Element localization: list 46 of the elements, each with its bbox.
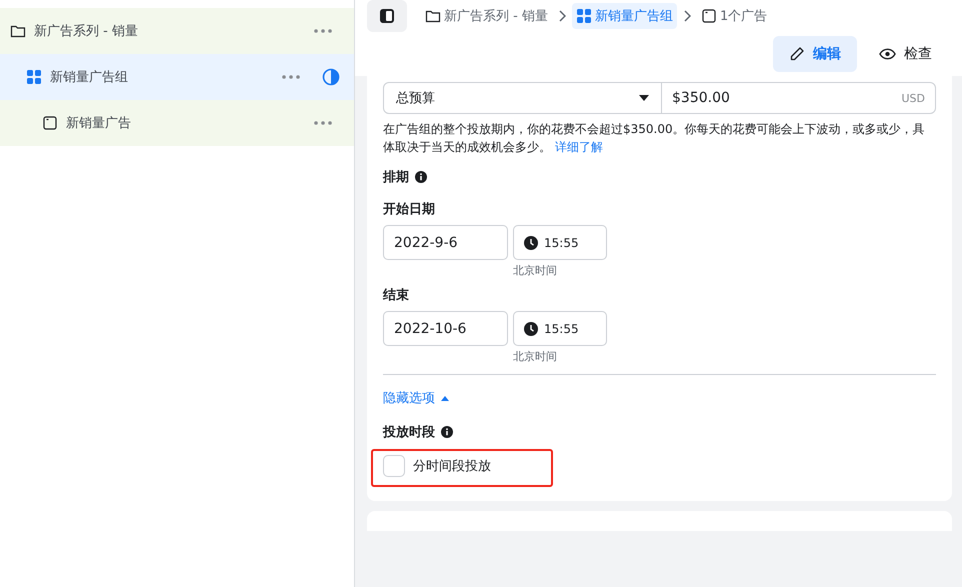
time-field[interactable]: 15:55: [513, 311, 607, 346]
date-field[interactable]: 2022-9-6: [383, 225, 508, 260]
hide-options-link[interactable]: 隐藏选项: [383, 389, 449, 407]
clock-icon: [524, 322, 538, 336]
window-icon: [42, 115, 58, 131]
budget-note: 在广告组的整个投放期内，你的花费不会超过$350.00。你每天的花费可能会上下波动，或多或少，具体取决于当天的成效机会多少。 详细了解: [383, 121, 926, 156]
checkbox-label: 分时间段投放: [413, 458, 491, 475]
eye-icon: [879, 48, 896, 60]
chevron-icon: [558, 10, 566, 22]
time-field[interactable]: 15:55: [513, 225, 607, 260]
tree-item-label: 新销量广告: [66, 115, 132, 132]
chevron-icon: [682, 10, 691, 22]
timezone-label: 北京时间: [513, 349, 558, 364]
mode-tab[interactable]: 检查: [863, 36, 948, 72]
tree-item-label: 新销量广告组: [50, 69, 129, 86]
more-icon[interactable]: [282, 75, 300, 79]
tree-item[interactable]: 新广告系列 - 销量: [0, 8, 354, 54]
window-icon: [700, 8, 717, 24]
breadcrumb-link[interactable]: 新销量广告组: [572, 3, 677, 29]
pencil-icon: [789, 46, 805, 62]
date-field[interactable]: 2022-10-6: [383, 311, 508, 346]
more-icon[interactable]: [314, 29, 332, 33]
section-title: 排期: [383, 169, 409, 186]
field-label: 开始日期: [383, 201, 436, 218]
clock-icon: [524, 236, 538, 250]
folder-icon: [10, 23, 26, 39]
tree-item-label: 新广告系列 - 销量: [34, 23, 139, 40]
info-icon: [415, 171, 427, 183]
tree-item[interactable]: 新销量广告: [0, 100, 354, 146]
tree-item[interactable]: 新销量广告组: [0, 54, 354, 100]
caret-icon: [441, 396, 449, 400]
sidebar-icon: [379, 8, 395, 24]
learn-more-link[interactable]: 详细了解: [554, 140, 603, 154]
sidebar-toggle-button[interactable]: [367, 0, 407, 32]
breadcrumb-link[interactable]: 新广告系列 - 销量: [421, 3, 552, 29]
section-title: 投放时段: [383, 424, 435, 441]
grid-icon: [576, 8, 592, 24]
more-icon[interactable]: [314, 121, 332, 125]
folder-icon: [425, 8, 441, 24]
breadcrumb-link[interactable]: 1个广告: [696, 3, 772, 29]
info-icon: [441, 426, 453, 438]
checkbox[interactable]: [383, 455, 405, 477]
mode-tab[interactable]: 编辑: [773, 36, 857, 72]
timezone-label: 北京时间: [513, 263, 558, 278]
grid-icon: [26, 69, 42, 85]
field-label: 结束: [383, 287, 410, 304]
